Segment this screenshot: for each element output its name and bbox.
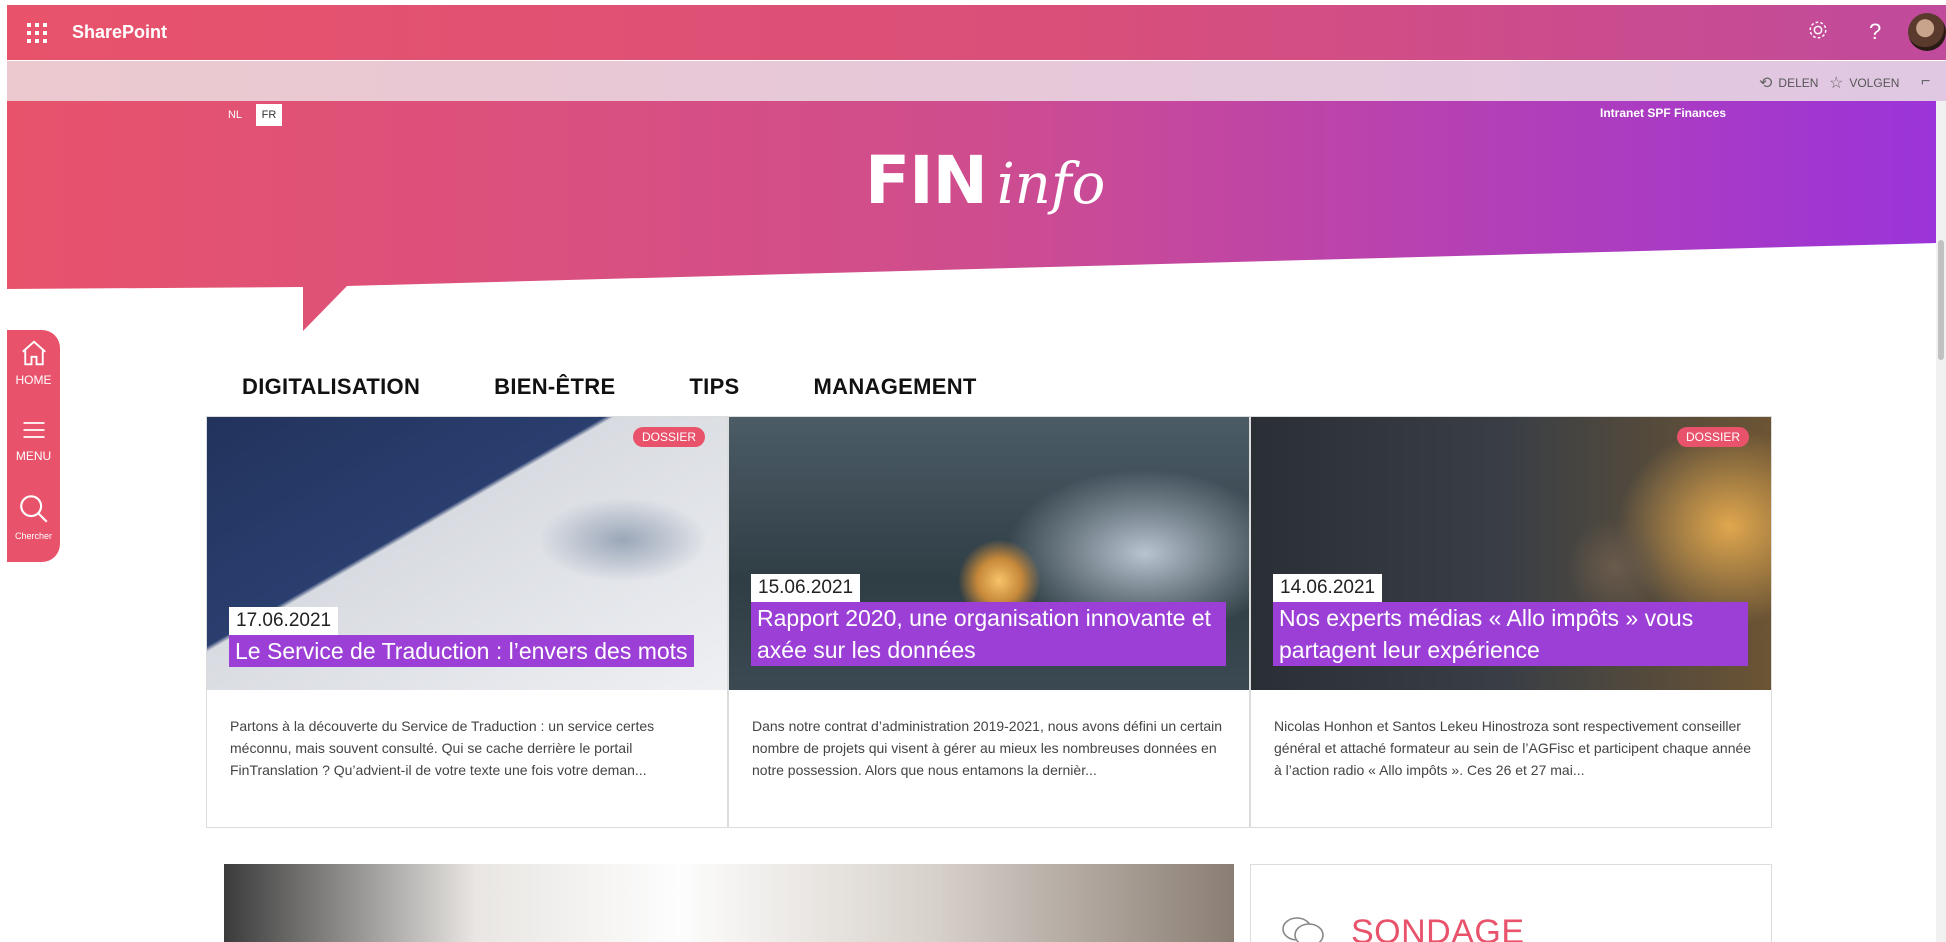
intranet-label[interactable]: Intranet SPF Finances: [1600, 106, 1726, 120]
news-card[interactable]: DOSSIER 14.06.2021 Nos experts médias « …: [1250, 416, 1772, 828]
news-card[interactable]: DOSSIER 17.06.2021 Le Service de Traduct…: [206, 416, 728, 828]
app-name[interactable]: SharePoint: [72, 22, 167, 43]
scrollbar-track[interactable]: [1936, 101, 1946, 942]
nav-home[interactable]: HOME: [7, 338, 60, 387]
chat-bubbles-icon: [1282, 917, 1324, 942]
home-icon: [21, 340, 46, 366]
search-icon: [19, 495, 48, 523]
gear-icon[interactable]: [1807, 19, 1829, 47]
poll-widget: SONDAGE: [1250, 864, 1772, 942]
poll-title: SONDAGE: [1351, 913, 1525, 942]
menu-icon: [23, 422, 44, 438]
nav-home-label: HOME: [15, 373, 52, 387]
language-fr[interactable]: FR: [256, 104, 282, 126]
category-digitalisation[interactable]: DIGITALISATION: [242, 374, 420, 400]
avatar[interactable]: [1908, 13, 1946, 51]
card-title-line: axée sur les données: [757, 637, 976, 663]
fininfo-logo[interactable]: FIN info: [865, 142, 1105, 219]
nav-search[interactable]: Chercher: [7, 492, 60, 541]
share-label: DELEN: [1778, 76, 1819, 90]
dossier-badge: DOSSIER: [632, 427, 705, 447]
card-date: 14.06.2021: [1273, 574, 1383, 602]
share-button[interactable]: ⟲ DELEN: [1759, 73, 1818, 93]
logo-fin: FIN: [865, 142, 988, 219]
category-nav: DIGITALISATION BIEN-ÊTRE TIPS MANAGEMENT: [242, 374, 977, 400]
category-management[interactable]: MANAGEMENT: [814, 374, 977, 400]
page: SharePoint ? ⟲ DELEN ☆ VOLGEN ⌐ NL FR In…: [0, 0, 1946, 942]
news-card[interactable]: 15.06.2021 Rapport 2020, une organisatio…: [728, 416, 1250, 828]
card-title-line: partagent leur expérience: [1279, 637, 1540, 663]
language-nl[interactable]: NL: [222, 104, 248, 126]
collapse-icon[interactable]: ⌐: [1921, 73, 1930, 91]
nav-menu-label: MENU: [15, 449, 52, 463]
hero-banner: [7, 101, 1937, 331]
card-description: Dans notre contrat d’administration 2019…: [752, 718, 1223, 778]
nav-search-label: Chercher: [14, 531, 52, 541]
card-title[interactable]: Le Service de Traduction : l’envers des …: [229, 635, 694, 667]
follow-label: VOLGEN: [1849, 76, 1900, 90]
scrollbar-thumb[interactable]: [1938, 240, 1944, 360]
card-title[interactable]: Rapport 2020, une organisation innovante…: [751, 602, 1226, 666]
star-icon: ☆: [1829, 75, 1844, 92]
featured-image[interactable]: [224, 864, 1234, 942]
card-title-line: Nos experts médias « Allo impôts » vous: [1279, 605, 1694, 631]
category-tips[interactable]: TIPS: [689, 374, 739, 400]
card-description: Partons à la découverte du Service de Tr…: [230, 718, 655, 778]
app-launcher-icon[interactable]: [25, 21, 47, 43]
share-icon: ⟲: [1759, 75, 1773, 92]
logo-info: info: [996, 152, 1106, 217]
suite-bar: SharePoint ?: [7, 5, 1946, 60]
follow-button[interactable]: ☆ VOLGEN: [1829, 73, 1899, 93]
card-date: 15.06.2021: [751, 574, 861, 602]
command-bar: ⟲ DELEN ☆ VOLGEN ⌐: [7, 61, 1946, 101]
card-title[interactable]: Nos experts médias « Allo impôts » vous …: [1273, 602, 1748, 666]
category-bien-etre[interactable]: BIEN-ÊTRE: [494, 374, 615, 400]
help-icon[interactable]: ?: [1869, 19, 1881, 45]
nav-menu[interactable]: MENU: [7, 416, 60, 463]
side-navigation: HOME MENU Chercher: [7, 330, 60, 562]
dossier-badge: DOSSIER: [1676, 427, 1749, 447]
card-description: Nicolas Honhon et Santos Lekeu Hinostroz…: [1274, 718, 1752, 778]
card-title-line: Rapport 2020, une organisation innovante…: [757, 605, 1211, 631]
card-date: 17.06.2021: [229, 607, 339, 635]
